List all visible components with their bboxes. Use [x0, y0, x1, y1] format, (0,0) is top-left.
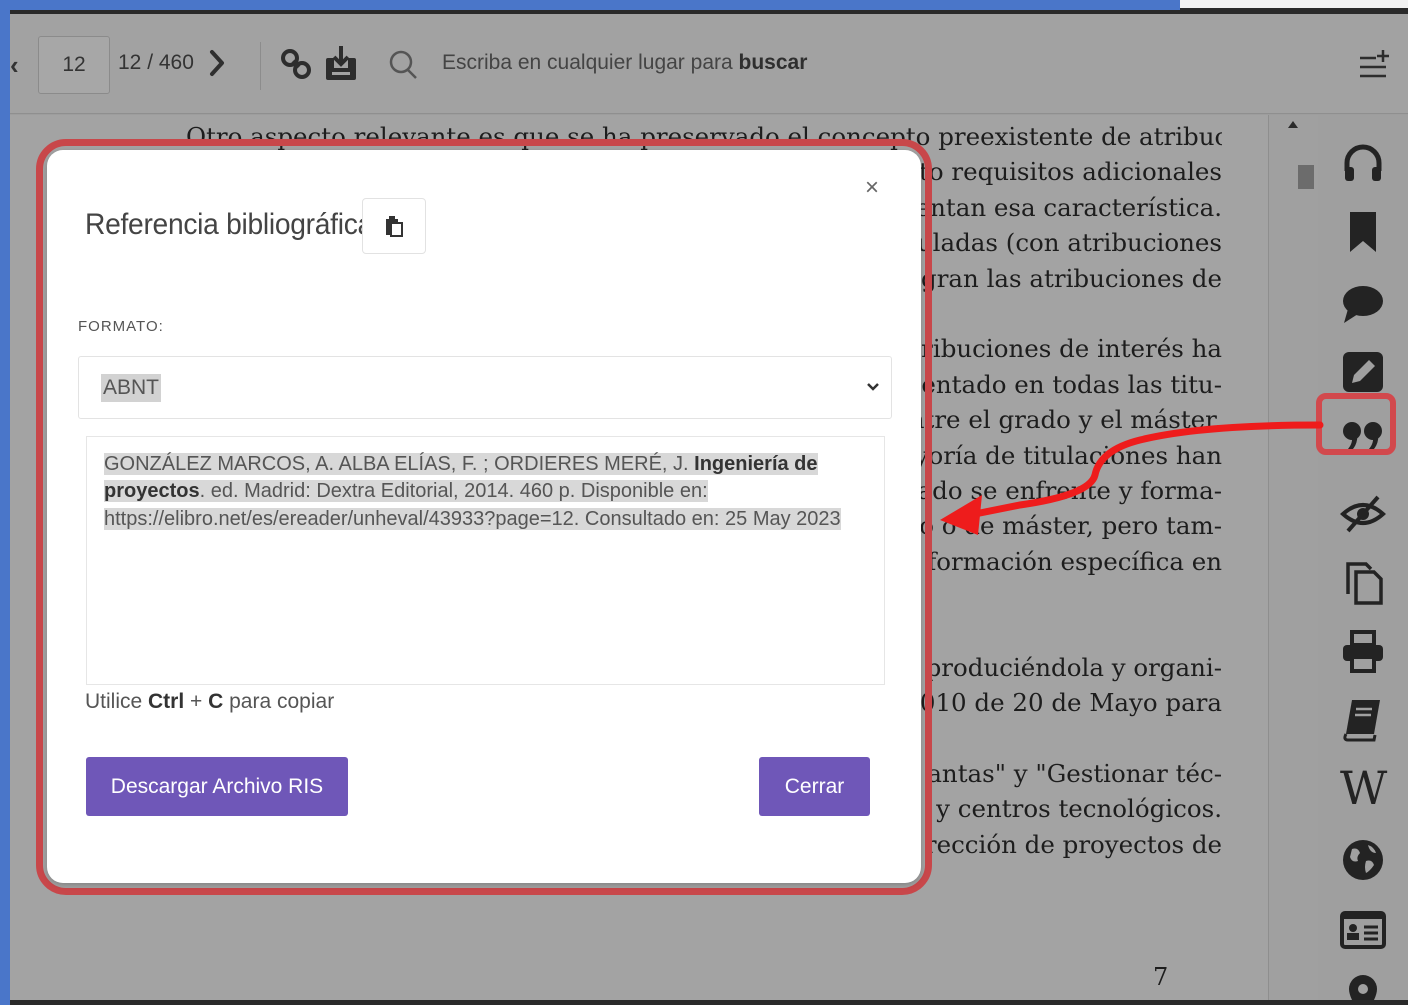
reference-textarea[interactable]: GONZÁLEZ MARCOS, A. ALBA ELÍAS, F. ; ORD…	[86, 436, 885, 685]
page-number: 7	[1153, 963, 1169, 991]
search-placeholder-bold: buscar	[738, 51, 808, 74]
format-selected-value: ABNT	[101, 374, 162, 402]
dialog-title: Referencia bibliográfica	[85, 208, 373, 241]
id-card-icon[interactable]	[1340, 907, 1386, 953]
tools-sidebar: W	[1318, 115, 1408, 1000]
frame-top-right	[1180, 0, 1408, 8]
copy-hint-prefix: Utilice	[85, 690, 149, 713]
scroll-thumb[interactable]	[1298, 165, 1314, 189]
close-dialog-icon[interactable]: ×	[865, 176, 879, 200]
search-input[interactable]: Escriba en cualquier lugar para buscar	[442, 51, 807, 75]
search-placeholder: Escriba en cualquier lugar para	[442, 51, 739, 74]
copy-reference-button[interactable]	[362, 198, 426, 254]
reference-details: . ed. Madrid: Dextra Editorial, 2014. 46…	[104, 480, 841, 530]
clipboard-icon	[386, 216, 403, 237]
copy-hint-c: C	[208, 690, 224, 713]
copy-hint-suffix: para copiar	[223, 690, 335, 713]
close-button[interactable]: Cerrar	[759, 757, 870, 816]
reference-authors: GONZÁLEZ MARCOS, A. ALBA ELÍAS, F. ; ORD…	[104, 453, 695, 475]
comment-icon[interactable]	[1340, 281, 1386, 327]
edit-icon[interactable]	[1340, 349, 1386, 395]
location-pin-icon[interactable]	[1340, 973, 1386, 1000]
download-ris-button[interactable]: Descargar Archivo RIS	[86, 757, 348, 816]
reference-text: GONZÁLEZ MARCOS, A. ALBA ELÍAS, F. ; ORD…	[104, 451, 864, 533]
copy-hint: Utilice Ctrl + C para copiar	[85, 690, 334, 714]
annotation-arrow-icon	[940, 421, 1324, 535]
copy-hint-plus: +	[184, 690, 209, 713]
search-icon[interactable]	[386, 44, 422, 84]
toolbar-divider	[260, 42, 261, 90]
next-page-icon[interactable]	[206, 48, 228, 78]
format-label: FORMATO:	[78, 318, 164, 335]
frame-top-bar	[0, 0, 1180, 10]
book-icon[interactable]	[1340, 697, 1386, 743]
frame-left-bar	[0, 0, 10, 1005]
globe-icon[interactable]	[1340, 837, 1386, 883]
wikipedia-icon[interactable]: W	[1340, 765, 1387, 811]
scrollbar[interactable]	[1268, 115, 1318, 1000]
bibliographic-reference-dialog: Referencia bibliográfica × FORMATO: ABNT…	[47, 150, 921, 883]
previous-page-icon[interactable]: ‹	[10, 50, 19, 81]
hide-eye-icon[interactable]	[1340, 491, 1386, 537]
download-icon[interactable]	[323, 44, 359, 84]
headphones-icon[interactable]	[1340, 141, 1386, 187]
toolbar: ‹ 12 12 / 460 Escriba en cualquier lugar…	[10, 14, 1408, 114]
page-count: 12 / 460	[118, 51, 194, 74]
menu-plus-icon[interactable]	[1356, 48, 1392, 82]
copy-hint-ctrl: Ctrl	[148, 690, 185, 713]
format-select[interactable]: ABNT	[78, 356, 892, 419]
bookmark-icon[interactable]	[1340, 209, 1386, 255]
link-icon[interactable]	[278, 44, 314, 84]
chevron-down-icon	[867, 383, 879, 391]
print-icon[interactable]	[1340, 629, 1386, 675]
copy-pages-icon[interactable]	[1340, 560, 1386, 606]
scroll-up-icon[interactable]	[1288, 121, 1298, 128]
page-number-input[interactable]: 12	[38, 36, 110, 94]
